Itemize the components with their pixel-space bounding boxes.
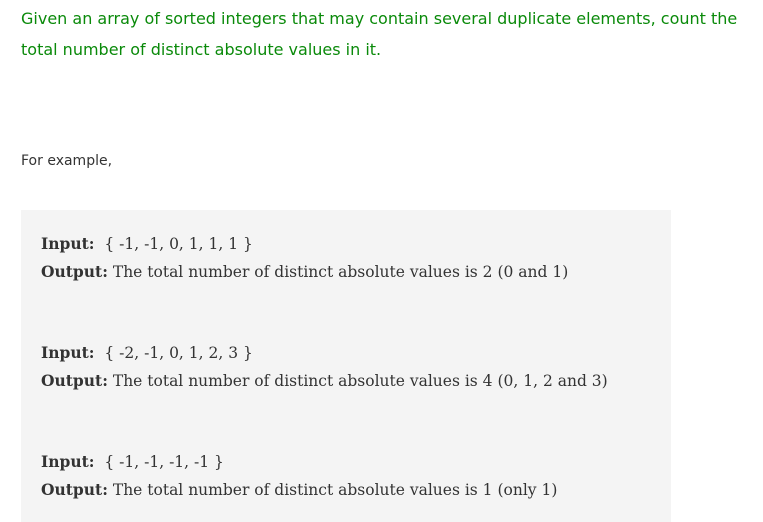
input-label: Input: bbox=[41, 343, 95, 362]
output-label: Output: bbox=[41, 480, 108, 499]
output-label: Output: bbox=[41, 371, 108, 390]
example-input-line: Input: { -1, -1, 0, 1, 1, 1 } bbox=[41, 230, 568, 258]
input-label: Input: bbox=[41, 452, 95, 471]
example-output-line: Output: The total number of distinct abs… bbox=[41, 367, 608, 395]
input-value: { -1, -1, 0, 1, 1, 1 } bbox=[104, 235, 253, 253]
output-value: The total number of distinct absolute va… bbox=[112, 263, 569, 281]
example-case-2: Input: { -2, -1, 0, 1, 2, 3 } Output: Th… bbox=[41, 339, 608, 395]
examples-block: Input: { -1, -1, 0, 1, 1, 1 } Output: Th… bbox=[21, 210, 671, 522]
input-value: { -2, -1, 0, 1, 2, 3 } bbox=[104, 344, 253, 362]
example-input-line: Input: { -2, -1, 0, 1, 2, 3 } bbox=[41, 339, 608, 367]
output-value: The total number of distinct absolute va… bbox=[112, 372, 608, 390]
input-label: Input: bbox=[41, 234, 95, 253]
example-output-line: Output: The total number of distinct abs… bbox=[41, 476, 557, 504]
example-input-line: Input: { -1, -1, -1, -1 } bbox=[41, 448, 557, 476]
example-case-3: Input: { -1, -1, -1, -1 } Output: The to… bbox=[41, 448, 557, 504]
example-case-1: Input: { -1, -1, 0, 1, 1, 1 } Output: Th… bbox=[41, 230, 568, 286]
problem-statement: Given an array of sorted integers that m… bbox=[21, 9, 738, 59]
output-label: Output: bbox=[41, 262, 108, 281]
output-value: The total number of distinct absolute va… bbox=[112, 481, 558, 499]
example-output-line: Output: The total number of distinct abs… bbox=[41, 258, 568, 286]
example-label: For example, bbox=[21, 153, 113, 169]
input-value: { -1, -1, -1, -1 } bbox=[104, 453, 224, 471]
